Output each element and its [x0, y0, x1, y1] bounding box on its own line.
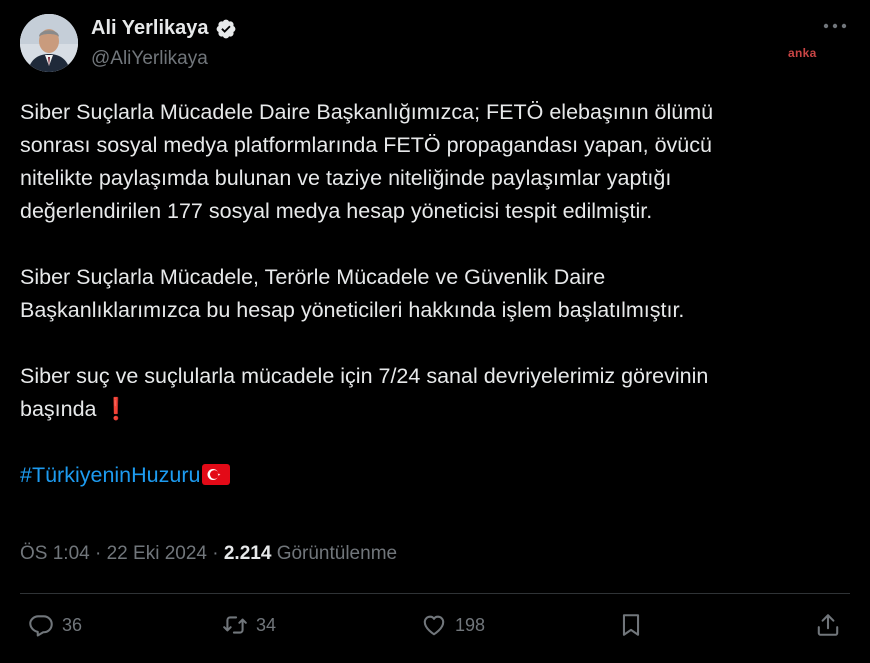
tweet-text: Siber Suçlarla Mücadele Daire Başkanlığı… — [20, 96, 850, 492]
tweet-time[interactable]: ÖS 1:04 — [20, 543, 90, 564]
like-button[interactable]: 198 — [421, 612, 485, 638]
avatar[interactable] — [20, 14, 78, 72]
reply-count: 36 — [62, 614, 83, 635]
tweet-date[interactable]: 22 Eki 2024 — [107, 543, 207, 564]
repost-icon — [223, 616, 247, 634]
views-count: 2.214 — [223, 543, 272, 564]
tweet-line: Başkanlıklarımızca bu hesap yöneticileri… — [20, 298, 685, 322]
turkey-flag-icon — [202, 464, 231, 485]
share-icon — [817, 614, 839, 636]
author-name[interactable]: Ali Yerlikaya — [91, 17, 209, 40]
meta-separator: · — [212, 543, 219, 564]
author-handle[interactable]: @AliYerlikaya — [91, 48, 208, 70]
avatar-image — [20, 14, 78, 72]
views-label: Görüntülenme — [276, 543, 398, 564]
verified-badge-icon — [216, 19, 235, 38]
like-count: 198 — [455, 614, 486, 635]
heart-icon — [423, 615, 445, 636]
repost-count: 34 — [256, 614, 277, 635]
reply-icon — [29, 615, 53, 637]
tweet-line: başında — [20, 397, 97, 421]
tweet-line: nitelikte paylaşımda bulunan ve taziye n… — [20, 166, 672, 190]
tweet-line: Siber Suçlarla Mücadele Daire Başkanlığı… — [20, 100, 714, 124]
tweet-line: Siber Suçlarla Mücadele, Terörle Mücadel… — [20, 265, 606, 289]
tweet-line: Siber suç ve suçlularla mücadele için 7/… — [20, 364, 709, 388]
divider — [20, 593, 850, 594]
share-button[interactable] — [815, 612, 841, 638]
hashtag-link[interactable]: #TürkiyeninHuzuru — [20, 463, 200, 487]
bookmark-icon — [622, 614, 640, 636]
bookmark-button[interactable] — [618, 612, 644, 638]
meta-separator: · — [95, 543, 102, 564]
repost-button[interactable]: 34 — [222, 612, 276, 638]
tweet-meta: ÖS 1:04 · 22 Eki 2024 · 2.214 Görüntülen… — [20, 543, 397, 565]
tweet-line-last: başında ❗ — [20, 393, 850, 426]
hashtag-line: #TürkiyeninHuzuru — [20, 459, 850, 492]
tweet-line: sonrası sosyal medya platformlarında FET… — [20, 133, 712, 157]
action-bar: 36 34 198 — [0, 612, 870, 646]
anka-watermark: anka — [788, 46, 817, 60]
exclamation-emoji: ❗ — [102, 397, 130, 421]
author-name-row[interactable]: Ali Yerlikaya — [91, 17, 237, 40]
reply-button[interactable]: 36 — [28, 612, 82, 638]
more-options-icon[interactable] — [822, 19, 848, 33]
tweet-line: değerlendirilen 177 sosyal medya hesap y… — [20, 199, 653, 223]
